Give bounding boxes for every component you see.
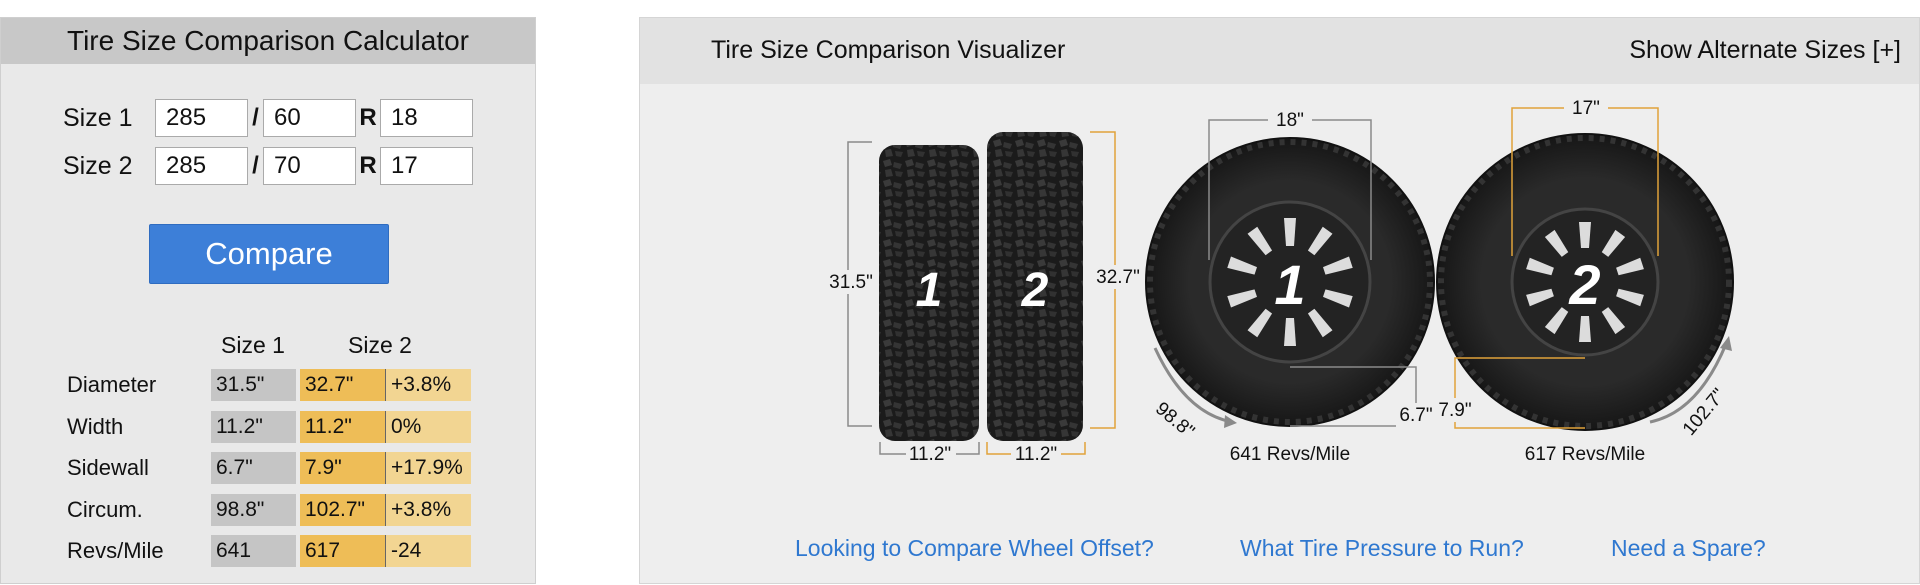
result-label: Revs/Mile bbox=[67, 538, 164, 563]
result-label: Width bbox=[67, 414, 124, 439]
result-label: Circum. bbox=[67, 497, 143, 522]
size2-aspect-input[interactable] bbox=[263, 147, 356, 185]
result-row-sidewall: Sidewall 6.7" 7.9" +17.9% bbox=[67, 452, 471, 484]
results-header-size2: Size 2 bbox=[348, 332, 412, 358]
slash-separator: / bbox=[252, 152, 259, 179]
result-size2-value: 11.2" bbox=[300, 411, 386, 443]
circumference-2-label: 102.7" bbox=[1679, 385, 1730, 440]
size2-width-input[interactable] bbox=[155, 147, 248, 185]
tread-1-number: 1 bbox=[916, 264, 943, 317]
width-1-label: 11.2" bbox=[909, 444, 951, 465]
compare-button[interactable]: Compare bbox=[149, 224, 389, 284]
tread-tire-2: 2 bbox=[987, 132, 1083, 441]
result-size2-value: 617 bbox=[300, 535, 386, 567]
circumference-1-label: 98.8" bbox=[1151, 398, 1198, 442]
diameter-1-label: 31.5" bbox=[829, 272, 873, 293]
compare-wheel-offset-link[interactable]: Looking to Compare Wheel Offset? bbox=[795, 535, 1154, 562]
rim-2-label: 17" bbox=[1572, 98, 1600, 119]
result-size2-value: 7.9" bbox=[300, 452, 386, 484]
result-size1-value: 98.8" bbox=[211, 494, 296, 526]
result-size1-value: 11.2" bbox=[211, 411, 296, 443]
wheel-2-revs: 617 Revs/Mile bbox=[1525, 444, 1645, 465]
result-difference: +17.9% bbox=[386, 452, 471, 484]
size1-rim-input[interactable] bbox=[380, 99, 473, 137]
wheel-1-revs: 641 Revs/Mile bbox=[1230, 444, 1350, 465]
size2-row: Size 2 / R bbox=[63, 146, 473, 186]
result-row-circumference: Circum. 98.8" 102.7" +3.8% bbox=[67, 494, 471, 526]
arrow-head bbox=[1224, 415, 1237, 428]
diameter-2-label: 32.7" bbox=[1096, 267, 1140, 288]
tire-pressure-link[interactable]: What Tire Pressure to Run? bbox=[1240, 535, 1524, 562]
result-difference: +3.8% bbox=[386, 369, 471, 401]
result-difference: -24 bbox=[386, 535, 471, 567]
size2-rim-input[interactable] bbox=[380, 147, 473, 185]
calculator-title: Tire Size Comparison Calculator bbox=[1, 18, 535, 64]
result-label: Sidewall bbox=[67, 455, 149, 480]
size1-width-input[interactable] bbox=[155, 99, 248, 137]
result-row-diameter: Diameter 31.5" 32.7" +3.8% bbox=[67, 369, 471, 401]
r-separator: R bbox=[359, 104, 377, 131]
wheel-1-number: 1 bbox=[1274, 253, 1305, 316]
calculator-panel: Tire Size Comparison Calculator Size 1 /… bbox=[0, 17, 536, 584]
result-size2-value: 32.7" bbox=[300, 369, 386, 401]
tread-2-number: 2 bbox=[1021, 264, 1049, 317]
result-difference: +3.8% bbox=[386, 494, 471, 526]
sidewall-1-label: 6.7" bbox=[1399, 405, 1432, 426]
size1-aspect-input[interactable] bbox=[263, 99, 356, 137]
result-size1-value: 6.7" bbox=[211, 452, 296, 484]
result-size2-value: 102.7" bbox=[300, 494, 386, 526]
side-wheel-2: 2 bbox=[1436, 133, 1734, 431]
result-row-width: Width 11.2" 11.2" 0% bbox=[67, 411, 471, 443]
rim-1-label: 18" bbox=[1276, 110, 1304, 131]
tread-tire-1: 1 bbox=[879, 145, 979, 441]
result-row-revs-per-mile: Revs/Mile 641 617 -24 bbox=[67, 535, 471, 567]
r-separator: R bbox=[359, 152, 377, 179]
visualizer-panel: Tire Size Comparison Visualizer Show Alt… bbox=[639, 17, 1920, 584]
size1-label: Size 1 bbox=[63, 103, 133, 132]
need-a-spare-link[interactable]: Need a Spare? bbox=[1611, 535, 1766, 562]
wheel-2-number: 2 bbox=[1568, 253, 1600, 316]
result-size1-value: 641 bbox=[211, 535, 296, 567]
result-difference: 0% bbox=[386, 411, 471, 443]
result-size1-value: 31.5" bbox=[211, 369, 296, 401]
size2-label: Size 2 bbox=[63, 151, 133, 180]
size1-row: Size 1 / R bbox=[63, 98, 473, 138]
result-label: Diameter bbox=[67, 372, 157, 397]
slash-separator: / bbox=[252, 104, 259, 131]
tire-visualization: 1 2 31.5" 11.2" 32.7" 11.2" 1 18" 6.7" 9… bbox=[826, 96, 1734, 466]
results-header-size1: Size 1 bbox=[221, 332, 285, 358]
sidewall-2-label: 7.9" bbox=[1438, 400, 1471, 421]
side-wheel-1: 1 bbox=[1145, 137, 1435, 427]
width-2-label: 11.2" bbox=[1015, 444, 1057, 465]
